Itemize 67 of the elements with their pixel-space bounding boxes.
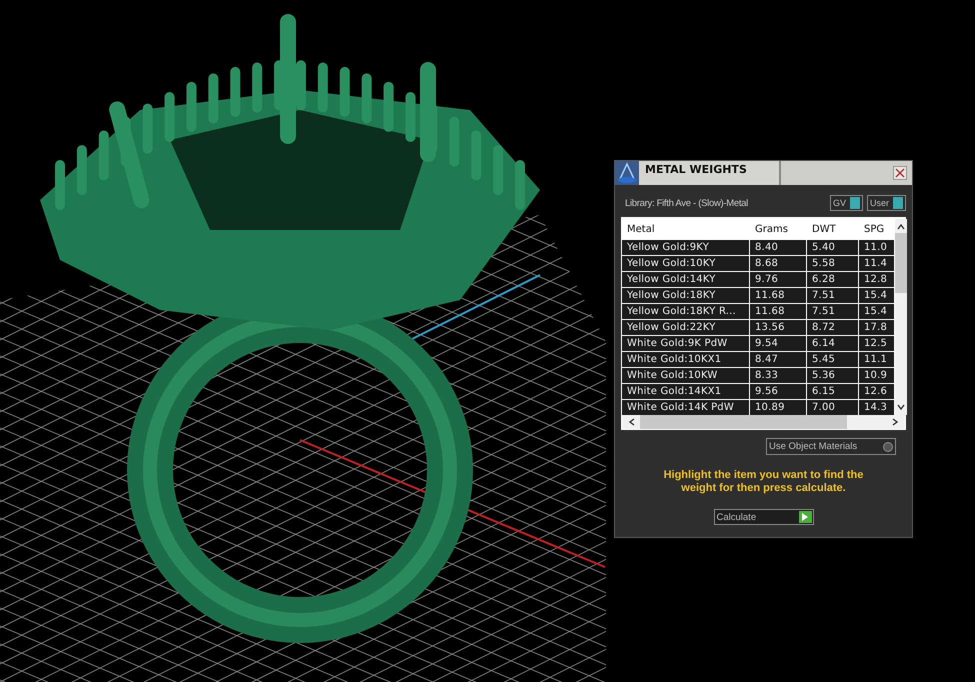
table-cell[interactable]: 11.68	[750, 288, 807, 303]
table-cell[interactable]: 14.3	[859, 400, 895, 415]
table-cell[interactable]: 8.33	[750, 368, 807, 383]
column-header[interactable]: Grams	[750, 224, 807, 234]
table-cell[interactable]: 13.56	[750, 320, 807, 335]
hint-text: Highlight the item you want to find the weight for then press calculate.	[662, 469, 864, 495]
table-cell[interactable]: 7.00	[807, 400, 859, 415]
table-cell[interactable]: Yellow Gold:10KY	[622, 256, 750, 271]
table-cell[interactable]: 5.45	[807, 352, 859, 367]
scroll-right-icon[interactable]	[891, 417, 899, 427]
table-cell[interactable]: 9.54	[750, 336, 807, 351]
table-cell[interactable]: 12.6	[859, 384, 895, 399]
vertical-scrollbar[interactable]	[895, 219, 907, 415]
table-cell[interactable]: 7.51	[807, 288, 859, 303]
table-cell[interactable]: 12.5	[859, 336, 895, 351]
library-label: Library: Fifth Ave - (Slow)-Metal	[625, 198, 748, 208]
table-cell[interactable]: 10.9	[859, 368, 895, 383]
toggle-button[interactable]: GV	[830, 195, 863, 211]
scroll-left-icon[interactable]	[628, 417, 636, 427]
table-cell[interactable]: White Gold:9K PdW	[622, 336, 750, 351]
table-cell[interactable]: Yellow Gold:14KY	[622, 272, 750, 287]
table-cell[interactable]: White Gold:14K PdW	[622, 400, 750, 415]
scale-icon	[615, 161, 639, 185]
table-cell[interactable]: 15.4	[859, 304, 895, 319]
table-cell[interactable]: Yellow Gold:18KY R...	[622, 304, 750, 319]
table-cell[interactable]: 9.56	[750, 384, 807, 399]
table-cell[interactable]: Yellow Gold:18KY	[622, 288, 750, 303]
table-cell[interactable]: 12.8	[859, 272, 895, 287]
table-cell[interactable]: 6.14	[807, 336, 859, 351]
table-cell[interactable]: White Gold:10KW	[622, 368, 750, 383]
table-cell[interactable]: 15.4	[859, 288, 895, 303]
panel-title: METAL WEIGHTS	[639, 161, 779, 185]
table-cell[interactable]: 11.1	[859, 352, 895, 367]
column-header[interactable]: SPG	[859, 224, 895, 234]
table-cell[interactable]: Yellow Gold:22KY	[622, 320, 750, 335]
scroll-down-icon[interactable]	[896, 403, 906, 411]
table-cell[interactable]: 8.72	[807, 320, 859, 335]
close-icon	[895, 168, 905, 178]
use-object-materials-checkbox[interactable]: Use Object Materials	[766, 438, 896, 455]
table-cell[interactable]: 11.0	[859, 240, 895, 255]
table-cell[interactable]: 5.36	[807, 368, 859, 383]
table-cell[interactable]: 11.4	[859, 256, 895, 271]
table-cell[interactable]: 6.28	[807, 272, 859, 287]
column-header[interactable]: DWT	[807, 224, 859, 234]
table-cell[interactable]: 5.40	[807, 240, 859, 255]
table-cell[interactable]: 7.51	[807, 304, 859, 319]
scroll-thumb[interactable]	[895, 233, 907, 293]
horizontal-scrollbar[interactable]	[622, 415, 905, 429]
table-cell[interactable]: 5.58	[807, 256, 859, 271]
table-cell[interactable]: 17.8	[859, 320, 895, 335]
table-cell[interactable]: 9.76	[750, 272, 807, 287]
table-cell[interactable]: White Gold:10KX1	[622, 352, 750, 367]
table-cell[interactable]: 10.89	[750, 400, 807, 415]
scroll-up-icon[interactable]	[896, 223, 906, 231]
calculate-button[interactable]: Calculate	[714, 509, 814, 525]
table-cell[interactable]: 8.68	[750, 256, 807, 271]
play-icon	[798, 511, 812, 523]
table-cell[interactable]: Yellow Gold:9KY	[622, 240, 750, 255]
toggle-button[interactable]: User	[866, 195, 906, 211]
table-cell[interactable]: 6.15	[807, 384, 859, 399]
table-cell[interactable]: 8.40	[750, 240, 807, 255]
column-header[interactable]: Metal	[622, 224, 750, 234]
scroll-thumb[interactable]	[640, 415, 847, 429]
table-cell[interactable]: 11.68	[750, 304, 807, 319]
table-cell[interactable]: 8.47	[750, 352, 807, 367]
table-cell[interactable]: White Gold:14KX1	[622, 384, 750, 399]
close-button[interactable]	[893, 166, 907, 180]
